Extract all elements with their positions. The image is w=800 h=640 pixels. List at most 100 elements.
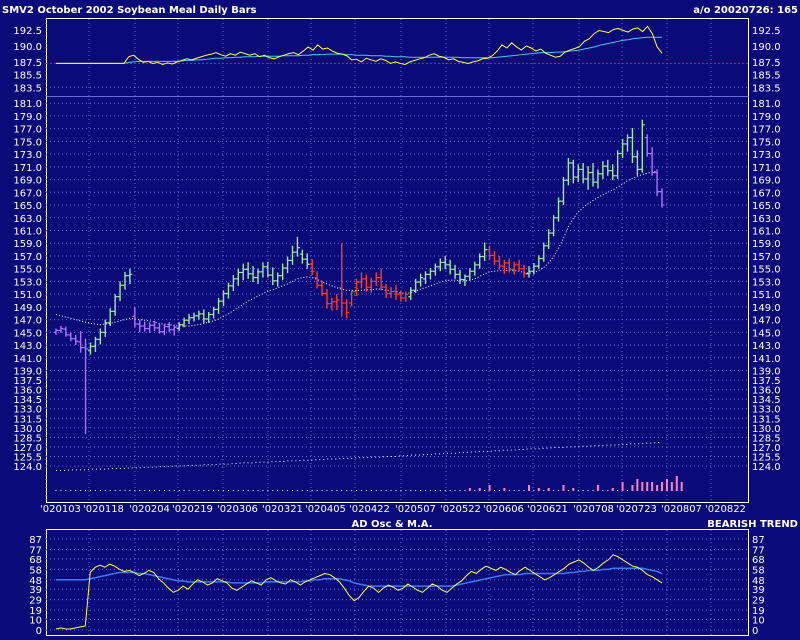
price-bar — [191, 312, 197, 322]
top-indicator-series — [46, 25, 748, 65]
volume-dot — [94, 490, 96, 491]
price-bar — [280, 263, 286, 281]
volume-dot — [508, 490, 510, 491]
price-tick-right: 177.0 — [752, 125, 781, 136]
price-tick-left: 124.0 — [13, 462, 42, 473]
volume-dot — [173, 490, 175, 491]
price-tick-left: 153.0 — [13, 277, 42, 288]
price-tick-right: 169.0 — [752, 176, 781, 187]
volume-dot — [484, 490, 486, 491]
volume-dot — [80, 490, 82, 491]
volume-dot — [227, 490, 229, 491]
volume-dot — [567, 490, 569, 491]
price-bar — [68, 332, 74, 342]
volume-dot — [104, 490, 106, 491]
price-bar — [625, 134, 631, 152]
price-tick-left: 169.0 — [13, 176, 42, 187]
volume-dot — [65, 490, 67, 491]
volume-dot — [533, 490, 535, 491]
volume-bar — [621, 482, 624, 491]
price-bar — [87, 342, 93, 355]
price-bar — [275, 272, 281, 287]
volume-bar — [651, 482, 654, 491]
price-tick-right: 124.0 — [752, 462, 781, 473]
price-tick-left: 165.0 — [13, 201, 42, 212]
price-bar — [368, 277, 374, 293]
volume-dot — [380, 490, 382, 491]
price-bar — [639, 119, 645, 173]
price-bar — [556, 197, 562, 222]
price-bar — [329, 297, 335, 311]
price-ma-dotted — [55, 170, 658, 327]
price-tick-right: 181.0 — [752, 99, 781, 110]
price-bar — [206, 311, 212, 323]
volume-bar — [646, 482, 649, 491]
price-tick-right: 167.0 — [752, 188, 781, 199]
volume-bar — [665, 479, 668, 491]
price-bar — [565, 157, 571, 186]
price-tick-left: 183.5 — [13, 83, 42, 94]
volume-dot — [208, 490, 210, 491]
volume-dot — [523, 490, 525, 491]
price-tick-left: 187.5 — [13, 58, 42, 69]
date-tick: '020321 — [262, 504, 303, 515]
date-tick: '020621 — [527, 504, 568, 515]
volume-dot — [139, 490, 141, 491]
osc-tick-left: 0 — [36, 626, 42, 637]
volume-dot — [109, 490, 111, 491]
price-bar — [654, 169, 660, 197]
volume-dot — [454, 490, 456, 491]
osc-tick-right: 68 — [752, 555, 765, 566]
price-bar — [201, 309, 207, 324]
date-tick: '020405 — [305, 504, 346, 515]
volume-dot — [498, 490, 500, 491]
price-bar — [393, 285, 399, 300]
volume-dot — [178, 490, 180, 491]
volume-bar — [661, 482, 663, 491]
price-tick-right: 183.5 — [752, 83, 781, 94]
price-tick-right: 157.0 — [752, 252, 781, 263]
price-bar — [615, 150, 621, 179]
price-bar — [117, 281, 123, 302]
volume-dot — [301, 490, 303, 491]
price-tick-right: 192.5 — [752, 26, 781, 37]
chart-title: SMV2 October 2002 Soybean Meal Daily Bar… — [2, 5, 257, 16]
volume-bar — [675, 476, 678, 491]
price-bar — [600, 161, 606, 179]
price-bar — [255, 268, 261, 284]
osc-tick-right: 29 — [752, 596, 765, 607]
price-bar — [477, 253, 483, 269]
price-bar — [551, 215, 557, 237]
price-tick-right: 161.0 — [752, 226, 781, 237]
price-tick-right: 151.0 — [752, 290, 781, 301]
price-bar — [216, 297, 222, 314]
price-bar — [403, 291, 409, 302]
price-bar — [373, 272, 379, 286]
price-tick-left: 155.0 — [13, 265, 42, 276]
volume-bar — [631, 485, 634, 491]
price-bar — [92, 336, 98, 353]
price-bar — [78, 331, 84, 353]
volume-dot — [134, 490, 136, 491]
price-bar — [398, 290, 404, 302]
volume-dot — [89, 490, 91, 491]
volume-dot — [577, 490, 579, 491]
price-bar — [221, 290, 227, 307]
price-bar — [644, 134, 650, 157]
price-bar — [467, 268, 473, 281]
date-tick: '020422 — [349, 504, 390, 515]
volume-dot — [306, 490, 308, 491]
price-bar — [659, 188, 665, 208]
price-bar — [319, 280, 325, 297]
osc-ma-line — [56, 567, 663, 587]
price-bar — [541, 242, 547, 262]
price-tick-right: 185.5 — [752, 71, 781, 82]
price-bar — [147, 322, 153, 333]
osc-tick-right: 0 — [752, 626, 758, 637]
price-bar — [378, 268, 384, 291]
price-bar — [171, 324, 177, 336]
volume-dot — [218, 490, 220, 491]
price-bar — [225, 282, 231, 299]
oscillator-panel-frame — [46, 529, 749, 636]
price-bar — [432, 263, 438, 276]
